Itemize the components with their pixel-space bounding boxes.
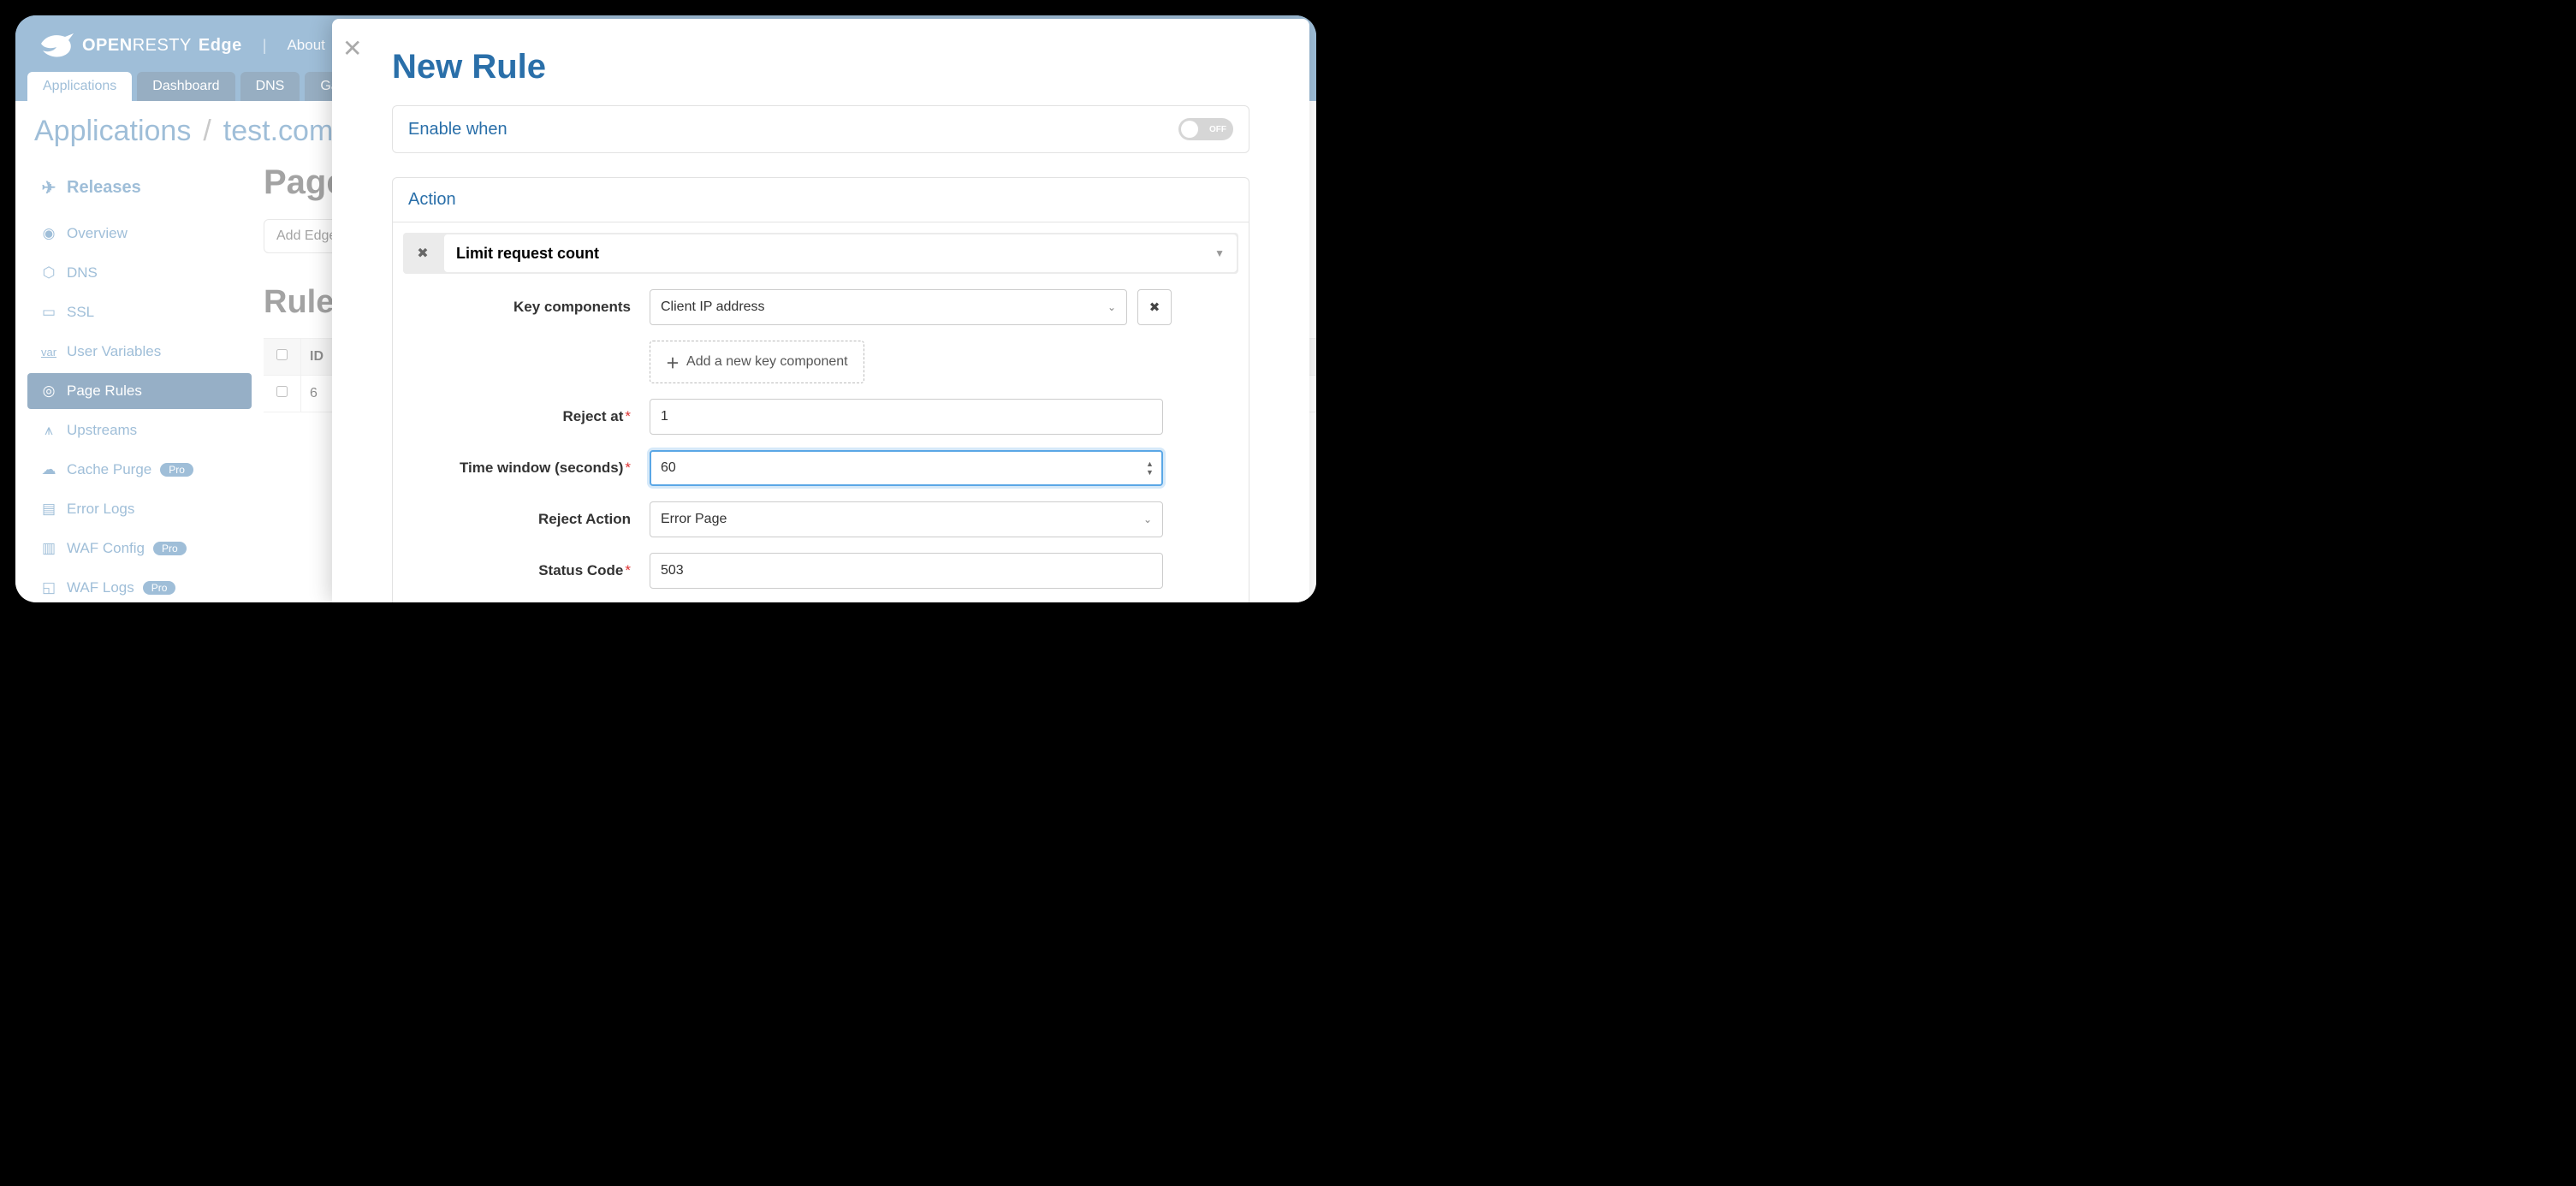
enable-when-panel: Enable when OFF <box>392 105 1249 153</box>
chevron-down-icon: ⌄ <box>1107 301 1116 313</box>
reject-at-input[interactable] <box>650 399 1163 435</box>
label-key-components: Key components <box>444 299 650 316</box>
time-window-input[interactable] <box>650 450 1163 486</box>
status-code-input[interactable] <box>650 553 1163 589</box>
row-reject-at: Reject at* <box>444 399 1233 435</box>
enable-when-toggle[interactable]: OFF <box>1178 118 1233 140</box>
chevron-down-icon: ▼ <box>1146 468 1160 477</box>
number-stepper[interactable]: ▲▼ <box>1146 454 1160 483</box>
toggle-label: OFF <box>1209 125 1226 134</box>
row-add-key-component: ＋ Add a new key component <box>444 341 1233 383</box>
key-components-select[interactable]: Client IP address ⌄ <box>650 289 1127 325</box>
toggle-knob <box>1181 121 1198 138</box>
action-panel: Action ✖ Limit request count ▼ Key compo… <box>392 177 1249 602</box>
label-reject-action: Reject Action <box>444 511 650 528</box>
reject-action-select[interactable]: Error Page ⌄ <box>650 501 1163 537</box>
plus-icon: ＋ <box>666 352 680 372</box>
new-rule-modal: ✕ New Rule Enable when OFF Action ✖ <box>332 19 1309 602</box>
action-type-value: Limit request count <box>456 245 599 263</box>
label-status-code: Status Code* <box>444 562 650 579</box>
row-time-window: Time window (seconds)* ▲▼ <box>444 450 1233 486</box>
action-form: Key components Client IP address ⌄ ✖ <box>393 274 1249 602</box>
modal-title: New Rule <box>392 48 1249 86</box>
action-header: Action <box>393 178 1249 222</box>
action-type-row: ✖ Limit request count ▼ <box>403 233 1238 274</box>
chevron-down-icon: ⌄ <box>1143 513 1152 525</box>
row-status-code: Status Code* <box>444 553 1233 589</box>
row-reject-action: Reject Action Error Page ⌄ <box>444 501 1233 537</box>
action-type-select[interactable]: Limit request count ▼ <box>444 234 1237 272</box>
enable-when-header: Enable when OFF <box>393 106 1249 152</box>
close-icon[interactable]: ✕ <box>342 34 362 62</box>
remove-action-button[interactable]: ✖ <box>403 245 442 262</box>
chevron-up-icon: ▲ <box>1146 460 1160 468</box>
row-key-components: Key components Client IP address ⌄ ✖ <box>444 289 1233 325</box>
action-heading-label: Action <box>408 190 456 210</box>
add-key-component-button[interactable]: ＋ Add a new key component <box>650 341 864 383</box>
reject-action-value: Error Page <box>661 512 727 527</box>
caret-down-icon: ▼ <box>1214 247 1225 259</box>
add-key-component-label: Add a new key component <box>686 354 848 370</box>
label-reject-at: Reject at* <box>444 408 650 425</box>
remove-key-component-button[interactable]: ✖ <box>1137 289 1172 325</box>
enable-when-label: Enable when <box>408 120 507 139</box>
key-components-value: Client IP address <box>661 299 765 315</box>
label-time-window: Time window (seconds)* <box>444 460 650 477</box>
